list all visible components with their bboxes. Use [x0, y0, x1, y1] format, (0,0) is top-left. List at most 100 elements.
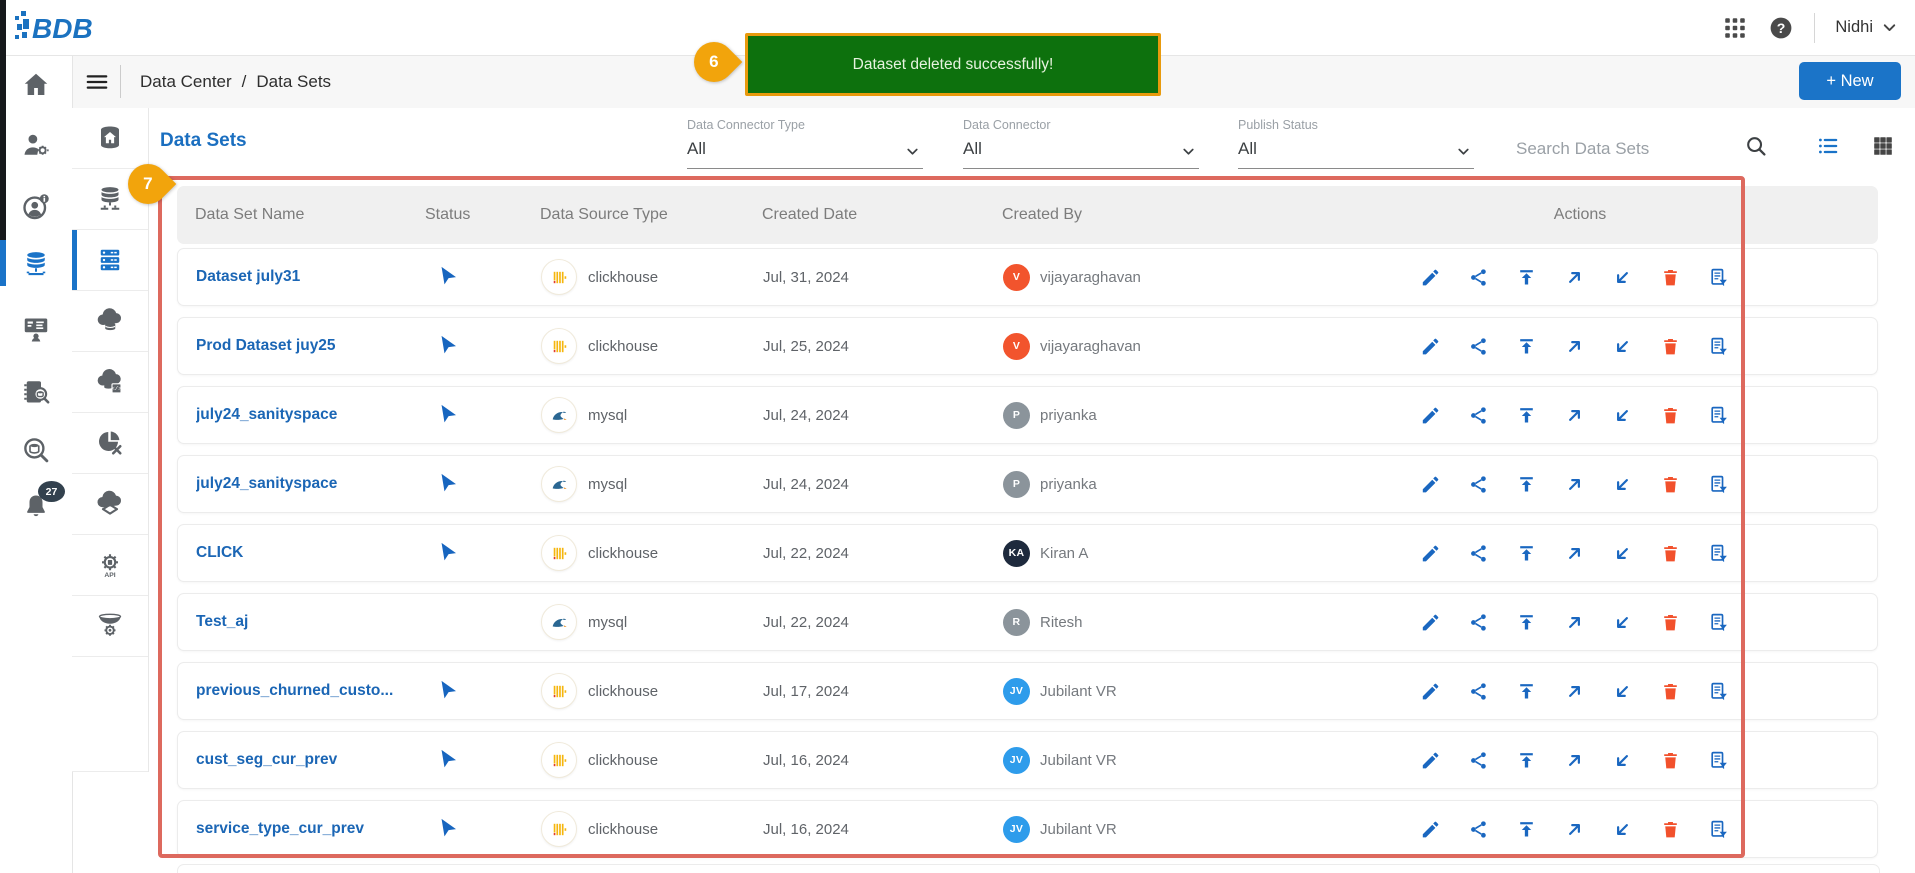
copy-with-filter-button[interactable] — [1708, 612, 1729, 633]
edit-button[interactable] — [1420, 267, 1441, 288]
share-button[interactable] — [1468, 267, 1489, 288]
sidebar-item-data-preparation[interactable] — [72, 413, 148, 474]
share-button[interactable] — [1468, 474, 1489, 495]
share-button[interactable] — [1468, 336, 1489, 357]
pull-from-prod-button[interactable] — [1612, 405, 1633, 426]
pull-from-prod-button[interactable] — [1612, 336, 1633, 357]
sidebar-item-api-services[interactable]: API — [72, 535, 148, 596]
delete-button[interactable] — [1660, 819, 1681, 840]
publish-button[interactable] — [1516, 612, 1537, 633]
sidebar-item-data-catalog[interactable] — [0, 375, 72, 409]
sidebar-item-presentation[interactable] — [0, 312, 72, 346]
sidebar-item-data-center[interactable] — [0, 247, 72, 281]
grid-view-icon[interactable] — [1871, 134, 1895, 158]
table-row[interactable]: service_type_cur_prev clickhouse Jul, 16, … — [177, 800, 1878, 858]
pull-from-prod-button[interactable] — [1612, 750, 1633, 771]
edit-button[interactable] — [1420, 681, 1441, 702]
dataset-name-link[interactable]: july24_sanityspace — [196, 475, 426, 493]
delete-button[interactable] — [1660, 543, 1681, 564]
push-to-prod-button[interactable] — [1564, 474, 1585, 495]
edit-button[interactable] — [1420, 612, 1441, 633]
edit-button[interactable] — [1420, 336, 1441, 357]
publish-button[interactable] — [1516, 750, 1537, 771]
table-row[interactable]: Test_aj mysql Jul, 22, 2024 R Ritesh — [177, 593, 1878, 651]
push-to-prod-button[interactable] — [1564, 405, 1585, 426]
table-row[interactable]: previous_churned_custo... clickhouse Jul, … — [177, 662, 1878, 720]
copy-with-filter-button[interactable] — [1708, 474, 1729, 495]
filter-data-connector-type[interactable]: Data Connector Type All — [687, 116, 923, 169]
push-to-prod-button[interactable] — [1564, 336, 1585, 357]
search-input[interactable] — [1514, 138, 1728, 160]
dataset-name-link[interactable]: Test_aj — [196, 613, 426, 631]
new-button[interactable]: + New — [1799, 62, 1901, 100]
delete-button[interactable] — [1660, 336, 1681, 357]
copy-with-filter-button[interactable] — [1708, 336, 1729, 357]
list-view-icon[interactable] — [1816, 134, 1840, 158]
publish-button[interactable] — [1516, 474, 1537, 495]
push-to-prod-button[interactable] — [1564, 750, 1585, 771]
publish-button[interactable] — [1516, 543, 1537, 564]
push-to-prod-button[interactable] — [1564, 267, 1585, 288]
push-to-prod-button[interactable] — [1564, 681, 1585, 702]
delete-button[interactable] — [1660, 267, 1681, 288]
table-row[interactable]: Dataset july31 clickhouse Jul, 31, 2024 Vvi… — [177, 248, 1878, 306]
delete-button[interactable] — [1660, 681, 1681, 702]
filter-publish-status[interactable]: Publish Status All — [1238, 116, 1474, 169]
edit-button[interactable] — [1420, 750, 1441, 771]
copy-with-filter-button[interactable] — [1708, 750, 1729, 771]
publish-button[interactable] — [1516, 267, 1537, 288]
share-button[interactable] — [1468, 750, 1489, 771]
publish-button[interactable] — [1516, 819, 1537, 840]
pull-from-prod-button[interactable] — [1612, 267, 1633, 288]
hamburger-menu-icon[interactable] — [84, 69, 110, 95]
edit-button[interactable] — [1420, 819, 1441, 840]
dataset-name-link[interactable]: Prod Dataset juy25 — [196, 337, 426, 355]
table-row[interactable]: july24_sanityspace mysql Jul, 24, 2024 Ppri… — [177, 386, 1878, 444]
sidebar-item-data-center-home[interactable] — [72, 108, 148, 169]
filter-data-connector[interactable]: Data Connector All — [963, 116, 1199, 169]
breadcrumb-data-sets[interactable]: Data Sets — [256, 72, 331, 92]
copy-with-filter-button[interactable] — [1708, 543, 1729, 564]
share-button[interactable] — [1468, 543, 1489, 564]
edit-button[interactable] — [1420, 474, 1441, 495]
sidebar-item-notifications[interactable]: 27 — [0, 481, 72, 524]
dataset-name-link[interactable]: previous_churned_custo... — [196, 682, 426, 700]
sidebar-item-data-search[interactable] — [0, 433, 72, 467]
push-to-prod-button[interactable] — [1564, 612, 1585, 633]
edit-button[interactable] — [1420, 543, 1441, 564]
publish-button[interactable] — [1516, 336, 1537, 357]
pull-from-prod-button[interactable] — [1612, 474, 1633, 495]
push-to-prod-button[interactable] — [1564, 819, 1585, 840]
table-row[interactable]: july24_sanityspace mysql Jul, 24, 2024 Ppri… — [177, 455, 1878, 513]
dataset-name-link[interactable]: july24_sanityspace — [196, 406, 426, 424]
copy-with-filter-button[interactable] — [1708, 267, 1729, 288]
dataset-name-link[interactable]: service_type_cur_prev — [196, 820, 426, 838]
search-icon[interactable] — [1744, 134, 1768, 158]
sidebar-item-data-sets[interactable] — [72, 230, 148, 291]
pull-from-prod-button[interactable] — [1612, 681, 1633, 702]
sidebar-item-etl[interactable] — [72, 596, 148, 657]
pull-from-prod-button[interactable] — [1612, 612, 1633, 633]
edit-button[interactable] — [1420, 405, 1441, 426]
sidebar-item-data-stores[interactable] — [72, 291, 148, 352]
copy-with-filter-button[interactable] — [1708, 405, 1729, 426]
share-button[interactable] — [1468, 405, 1489, 426]
delete-button[interactable] — [1660, 474, 1681, 495]
publish-button[interactable] — [1516, 681, 1537, 702]
copy-with-filter-button[interactable] — [1708, 819, 1729, 840]
delete-button[interactable] — [1660, 750, 1681, 771]
share-button[interactable] — [1468, 612, 1489, 633]
sidebar-item-user-management[interactable] — [0, 128, 72, 162]
pull-from-prod-button[interactable] — [1612, 819, 1633, 840]
push-to-prod-button[interactable] — [1564, 543, 1585, 564]
dataset-name-link[interactable]: CLICK — [196, 544, 426, 562]
user-menu[interactable]: Nidhi — [1835, 18, 1899, 37]
help-icon[interactable]: ? — [1768, 15, 1794, 41]
breadcrumb-data-center[interactable]: Data Center — [140, 72, 232, 92]
apps-grid-icon[interactable] — [1722, 15, 1748, 41]
delete-button[interactable] — [1660, 405, 1681, 426]
sidebar-item-data-sheets[interactable] — [72, 474, 148, 535]
table-row[interactable]: CLICK clickhouse Jul, 22, 2024 KA Kiran A — [177, 524, 1878, 582]
share-button[interactable] — [1468, 681, 1489, 702]
pull-from-prod-button[interactable] — [1612, 543, 1633, 564]
